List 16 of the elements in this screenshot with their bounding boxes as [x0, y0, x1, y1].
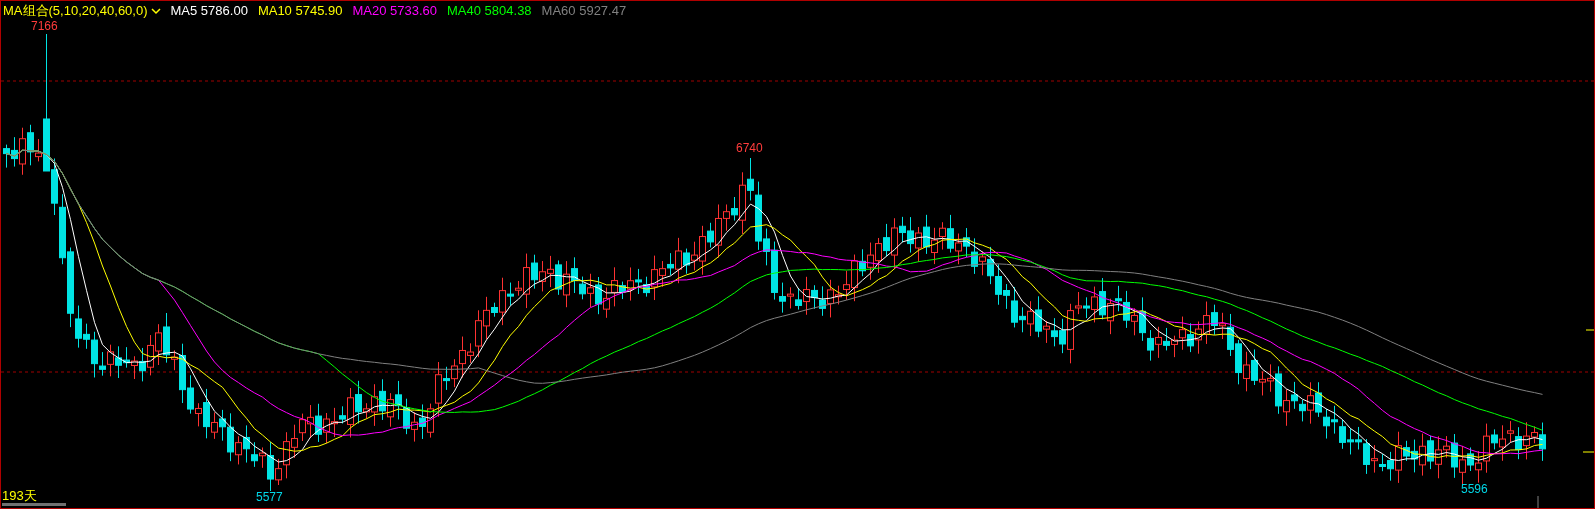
- low-price-label: 5596: [1461, 483, 1488, 496]
- scroll-bar[interactable]: [2, 503, 66, 506]
- moving-average-value: MA60 5927.47: [541, 2, 627, 20]
- low-price-label: 5577: [256, 491, 283, 504]
- high-price-label: 7166: [31, 20, 58, 33]
- moving-average-value: MA10 5745.90: [257, 2, 343, 20]
- moving-average-value: MA40 5804.38: [447, 2, 532, 20]
- price-tick-mark: [1582, 451, 1594, 453]
- moving-average-value: MA5 5786.00: [170, 2, 248, 20]
- chevron-down-icon: [150, 7, 161, 15]
- moving-average-value: MA20 5733.60: [352, 2, 438, 20]
- price-tick-mark: [1585, 329, 1594, 331]
- cursor-tick-mark: [1537, 495, 1539, 508]
- indicator-selector[interactable]: MA组合(5,10,20,40,60,0): [3, 1, 161, 21]
- period-label: 193天: [2, 489, 38, 503]
- high-price-label: 6740: [736, 142, 763, 155]
